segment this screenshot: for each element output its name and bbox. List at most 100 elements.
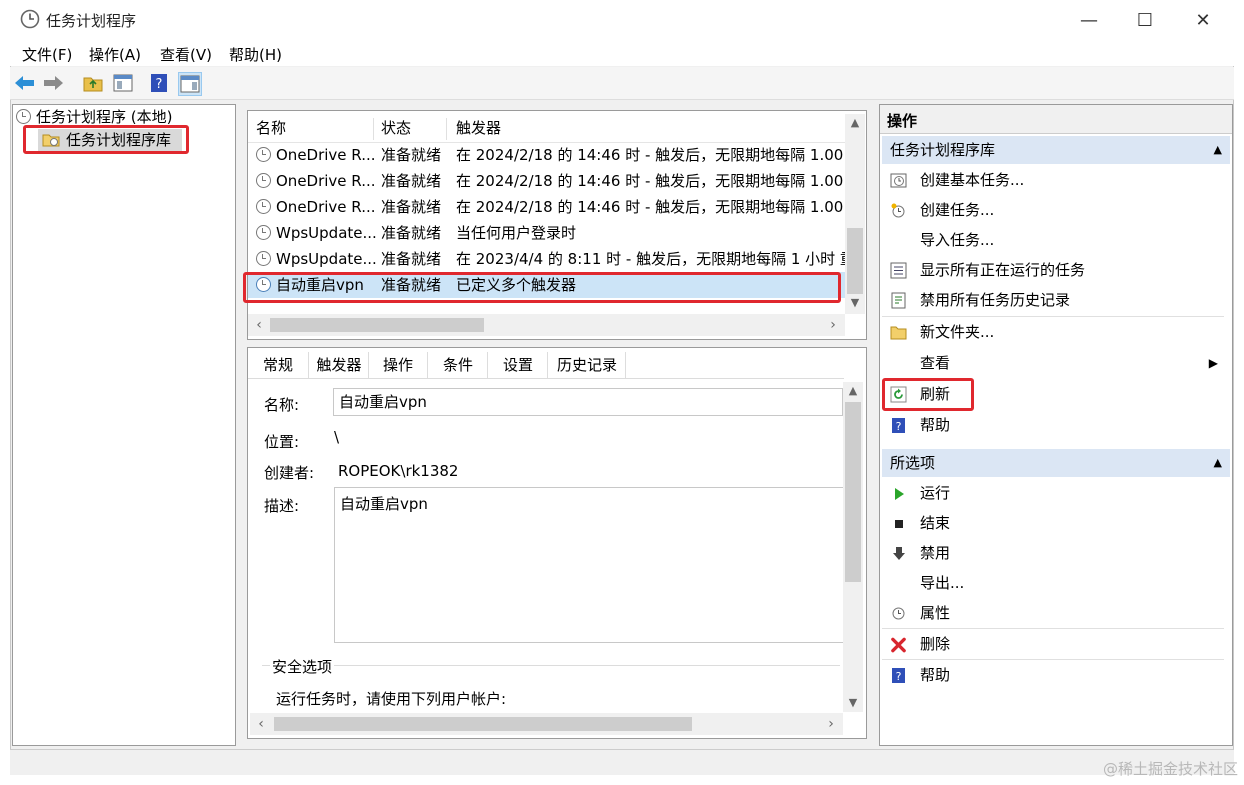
task-list-header: [248, 114, 845, 143]
action-import-task[interactable]: 导入任务...: [882, 225, 1222, 255]
back-arrow-icon[interactable]: [14, 72, 36, 94]
column-header-trigger[interactable]: 触发器: [456, 115, 501, 141]
task-list-hscroll-thumb[interactable]: [270, 318, 484, 332]
location-value: \: [334, 428, 340, 446]
task-name: OneDrive R...: [276, 146, 376, 164]
description-field[interactable]: 自动重启vpn: [334, 487, 844, 643]
chevron-up-icon[interactable]: ▲: [843, 382, 863, 400]
action-disable[interactable]: 禁用: [882, 538, 1222, 568]
collapse-icon[interactable]: ▲: [1214, 449, 1222, 477]
action-run[interactable]: 运行: [882, 478, 1222, 508]
action-delete[interactable]: 删除: [882, 629, 1222, 659]
action-help-selected[interactable]: ? 帮助: [882, 660, 1222, 690]
menu-view[interactable]: 查看(V): [160, 44, 212, 65]
collapse-icon[interactable]: ▲: [1214, 136, 1222, 164]
section-library[interactable]: 任务计划程序库 ▲: [882, 136, 1230, 164]
chevron-left-icon[interactable]: ‹: [250, 314, 268, 336]
folder-up-icon[interactable]: [82, 72, 104, 94]
action-new-folder[interactable]: 新文件夹...: [882, 317, 1222, 347]
table-row[interactable]: OneDrive R... 准备就绪 在 2024/2/18 的 14:46 时…: [256, 168, 845, 194]
name-field[interactable]: 自动重启vpn: [333, 388, 843, 416]
action-disable-history[interactable]: 禁用所有任务历史记录: [882, 285, 1222, 315]
location-label: 位置:: [264, 433, 300, 451]
svg-text:?: ?: [896, 670, 902, 683]
action-end[interactable]: 结束: [882, 508, 1222, 538]
task-icon: [890, 202, 907, 219]
author-label: 创建者:: [264, 464, 315, 482]
chevron-right-icon[interactable]: ›: [824, 314, 842, 336]
action-view[interactable]: 查看 ▶: [882, 348, 1222, 378]
stop-icon: [890, 515, 907, 532]
highlight-task-row: [243, 272, 841, 303]
tab-general[interactable]: 常规: [248, 352, 309, 378]
svg-text:?: ?: [896, 420, 902, 433]
show-pane-icon[interactable]: [112, 72, 134, 94]
tab-history[interactable]: 历史记录: [549, 352, 626, 378]
clock-icon: [256, 225, 271, 240]
menu-action[interactable]: 操作(A): [89, 44, 141, 65]
selected-actions-list: 运行 结束 禁用 导出... 属性 删除 ? 帮助: [882, 478, 1230, 693]
delete-icon: [890, 636, 907, 653]
help-icon[interactable]: ?: [148, 72, 170, 94]
tab-conditions[interactable]: 条件: [429, 352, 488, 378]
highlight-refresh: [882, 378, 974, 411]
column-header-name[interactable]: 名称: [256, 115, 286, 141]
detail-hscroll-thumb[interactable]: [274, 717, 692, 731]
window-title: 任务计划程序: [46, 12, 137, 30]
description-label: 描述:: [264, 497, 300, 515]
forward-arrow-icon[interactable]: [42, 72, 64, 94]
chevron-right-icon[interactable]: ›: [822, 713, 840, 735]
clock-icon: [256, 199, 271, 214]
action-show-running[interactable]: 显示所有正在运行的任务: [882, 255, 1222, 285]
title-bar[interactable]: [10, 0, 1234, 40]
task-status: 准备就绪: [381, 224, 442, 242]
menu-help[interactable]: 帮助(H): [229, 44, 282, 65]
wizard-icon: [890, 172, 907, 189]
minimize-button[interactable]: —: [1066, 6, 1112, 34]
tab-settings[interactable]: 设置: [489, 352, 548, 378]
action-properties[interactable]: 属性: [882, 598, 1222, 628]
highlight-tree-item: [23, 125, 189, 154]
disable-icon: [890, 545, 907, 562]
close-button[interactable]: ✕: [1180, 6, 1226, 34]
chevron-down-icon[interactable]: ▼: [845, 294, 865, 312]
task-name: WpsUpdate...: [276, 224, 377, 242]
actions-title: 操作: [887, 112, 918, 130]
action-create-task[interactable]: 创建任务...: [882, 195, 1222, 225]
task-trigger: 在 2024/2/18 的 14:46 时 - 触发后，无限期地每隔 1.00:…: [456, 198, 845, 216]
section-library-label: 任务计划程序库: [890, 141, 996, 159]
menu-file[interactable]: 文件(F): [22, 44, 72, 65]
task-name: OneDrive R...: [276, 198, 376, 216]
chevron-left-icon[interactable]: ‹: [252, 713, 270, 735]
name-label: 名称:: [264, 396, 300, 414]
detail-vscroll-thumb[interactable]: [845, 402, 861, 582]
security-title: 安全选项: [270, 656, 335, 677]
section-selected[interactable]: 所选项 ▲: [882, 449, 1230, 477]
submenu-arrow-icon: ▶: [1208, 356, 1218, 370]
chevron-up-icon[interactable]: ▲: [845, 114, 865, 132]
folder-icon: [890, 324, 907, 341]
actions-header: [880, 105, 1232, 134]
column-header-status[interactable]: 状态: [381, 115, 411, 141]
tab-triggers[interactable]: 触发器: [310, 352, 369, 378]
action-help[interactable]: ? 帮助: [882, 410, 1222, 440]
task-status: 准备就绪: [381, 146, 442, 164]
chevron-down-icon[interactable]: ▼: [843, 694, 863, 712]
task-trigger: 当任何用户登录时: [456, 224, 577, 242]
table-row[interactable]: WpsUpdate... 准备就绪 当任何用户登录时: [256, 220, 845, 246]
maximize-button[interactable]: ☐: [1122, 6, 1168, 34]
run-icon: [890, 485, 907, 502]
column-divider: [373, 118, 374, 140]
task-name: OneDrive R...: [276, 172, 376, 190]
action-export[interactable]: 导出...: [882, 568, 1222, 598]
task-status: 准备就绪: [381, 172, 442, 190]
table-row[interactable]: WpsUpdate... 准备就绪 在 2023/4/4 的 8:11 时 - …: [256, 246, 845, 272]
clock-icon: [256, 251, 271, 266]
task-list-vscroll-thumb[interactable]: [847, 228, 863, 294]
task-status: 准备就绪: [381, 250, 442, 268]
action-create-basic-task[interactable]: 创建基本任务...: [882, 165, 1222, 195]
table-row[interactable]: OneDrive R... 准备就绪 在 2024/2/18 的 14:46 时…: [256, 142, 845, 168]
table-row[interactable]: OneDrive R... 准备就绪 在 2024/2/18 的 14:46 时…: [256, 194, 845, 220]
action-pane-icon[interactable]: [178, 72, 202, 96]
tab-actions[interactable]: 操作: [369, 352, 428, 378]
